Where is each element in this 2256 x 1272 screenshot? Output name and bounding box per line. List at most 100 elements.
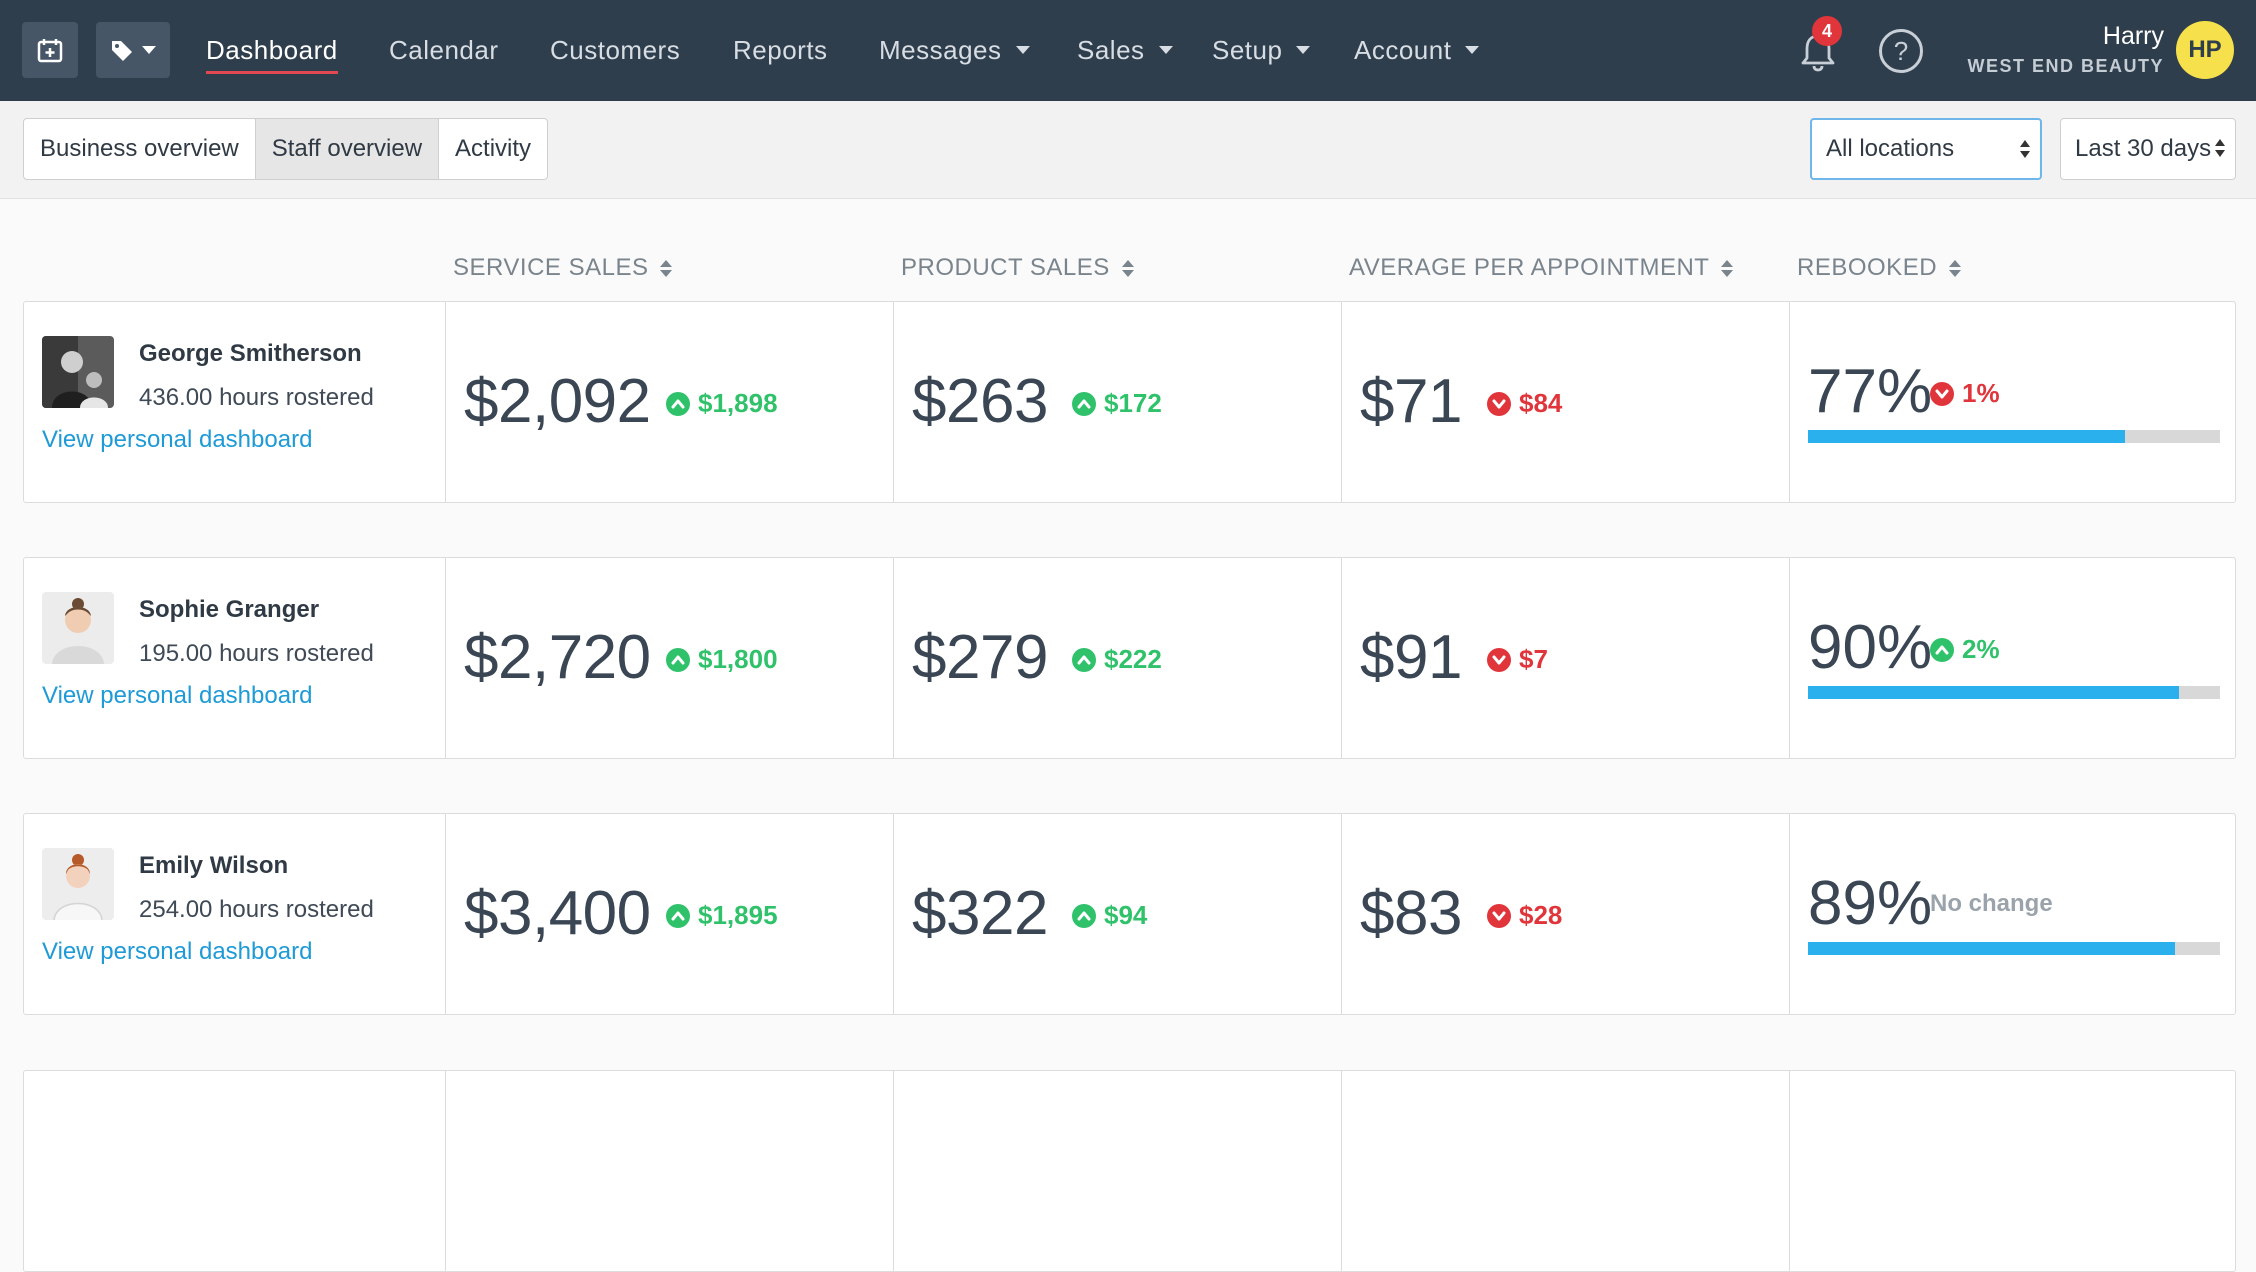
nav-label: Calendar xyxy=(389,34,499,65)
rebooked-value: 89% xyxy=(1808,869,1933,938)
rebooked-no-change: No change xyxy=(1930,890,2053,917)
view-personal-dashboard-link[interactable]: View personal dashboard xyxy=(42,426,312,454)
user-name[interactable]: Harry xyxy=(2103,22,2164,51)
arrow-down-circle-icon xyxy=(1487,903,1511,928)
rebooked-progress-fill xyxy=(1808,686,2179,699)
average-per-appointment-delta-value: $28 xyxy=(1519,900,1563,930)
tab-business-overview[interactable]: Business overview xyxy=(24,119,256,179)
service-sales-delta: $1,898 xyxy=(666,388,778,419)
column-header-rebooked[interactable]: REBOOKED xyxy=(1797,254,1962,282)
tab-staff-overview[interactable]: Staff overview xyxy=(255,119,440,179)
rebooked-progress-bar xyxy=(1808,430,2220,443)
table-row-partial xyxy=(23,1070,2236,1272)
rebooked-value: 90% xyxy=(1808,613,1933,682)
product-sales-cell: $279 $222 xyxy=(893,558,1341,758)
staff-name: Emily Wilson xyxy=(139,852,289,879)
calendar-plus-icon xyxy=(37,39,63,63)
rebooked-delta: 1% xyxy=(1930,378,2000,409)
arrow-down-circle-icon xyxy=(1930,381,1954,406)
staff-hours: 195.00 hours rostered xyxy=(139,640,374,667)
sort-icon xyxy=(1949,259,1962,277)
arrow-up-circle-icon xyxy=(1072,391,1096,416)
average-per-appointment-cell: $83 $28 xyxy=(1341,814,1789,1014)
average-per-appointment-delta: $28 xyxy=(1487,900,1562,931)
rebooked-cell: 89% No change xyxy=(1789,814,2235,1014)
rebooked-cell: 90% 2% xyxy=(1789,558,2235,758)
nav-account[interactable]: Account xyxy=(1354,28,1480,72)
average-per-appointment-value: $71 xyxy=(1360,367,1462,436)
nav-label: Dashboard xyxy=(206,34,338,65)
product-sales-value: $322 xyxy=(912,879,1048,948)
date-range-select[interactable]: Last 30 days xyxy=(2060,118,2236,180)
chevron-down-icon xyxy=(1158,46,1173,54)
column-header-product-sales[interactable]: PRODUCT SALES xyxy=(901,254,1134,282)
product-sales-cell: $322 $94 xyxy=(893,814,1341,1014)
nav-setup[interactable]: Setup xyxy=(1212,28,1311,72)
product-sales-delta: $94 xyxy=(1072,900,1147,931)
average-per-appointment-delta: $84 xyxy=(1487,388,1562,419)
location-select[interactable]: All locations xyxy=(1810,118,2042,180)
table-row: George Smitherson 436.00 hours rostered … xyxy=(23,301,2236,503)
nav-label: Customers xyxy=(550,34,681,65)
average-per-appointment-cell: $71 $84 xyxy=(1341,302,1789,502)
column-header-label: AVERAGE PER APPOINTMENT xyxy=(1349,254,1710,281)
arrow-down-circle-icon xyxy=(1487,391,1511,416)
product-sales-delta-value: $172 xyxy=(1104,388,1162,418)
product-sales-delta-value: $94 xyxy=(1104,900,1148,930)
help-icon[interactable]: ? xyxy=(1879,29,1923,73)
column-header-average-per-appointment[interactable]: AVERAGE PER APPOINTMENT xyxy=(1349,254,1734,282)
dashboard-view-tabs: Business overview Staff overview Activit… xyxy=(23,118,549,180)
product-sales-delta-value: $222 xyxy=(1104,644,1162,674)
service-sales-value: $2,092 xyxy=(464,367,651,436)
rebooked-cell: 77% 1% xyxy=(1789,302,2235,502)
average-per-appointment-delta-value: $7 xyxy=(1519,644,1548,674)
average-per-appointment-value: $91 xyxy=(1360,623,1462,692)
rebooked-delta: 2% xyxy=(1930,634,2000,665)
rebooked-delta-value: 2% xyxy=(1962,634,2000,664)
nav-dashboard[interactable]: Dashboard xyxy=(206,28,338,74)
quick-sale-menu-button[interactable] xyxy=(96,22,170,78)
rebooked-value: 77% xyxy=(1808,357,1933,426)
average-per-appointment-value: $83 xyxy=(1360,879,1462,948)
staff-photo xyxy=(42,592,114,664)
sort-icon xyxy=(1721,259,1734,277)
product-sales-cell: $263 $172 xyxy=(893,302,1341,502)
arrow-up-circle-icon xyxy=(666,903,690,928)
average-per-appointment-delta-value: $84 xyxy=(1519,388,1563,418)
view-personal-dashboard-link[interactable]: View personal dashboard xyxy=(42,682,312,710)
user-avatar[interactable]: HP xyxy=(2176,21,2234,79)
service-sales-delta-value: $1,895 xyxy=(698,900,778,930)
business-name[interactable]: WEST END BEAUTY xyxy=(1967,56,2164,77)
service-sales-delta-value: $1,898 xyxy=(698,388,778,418)
staff-name: Sophie Granger xyxy=(139,596,320,623)
rebooked-progress-bar xyxy=(1808,942,2220,955)
column-header-label: PRODUCT SALES xyxy=(901,254,1110,281)
new-appointment-button[interactable] xyxy=(22,22,78,78)
service-sales-delta: $1,895 xyxy=(666,900,778,931)
column-header-service-sales[interactable]: SERVICE SALES xyxy=(453,254,673,282)
chevron-down-icon xyxy=(1465,46,1480,54)
nav-label: Reports xyxy=(733,34,828,65)
view-personal-dashboard-link[interactable]: View personal dashboard xyxy=(42,938,312,966)
service-sales-cell: $2,092 $1,898 xyxy=(445,302,893,502)
table-row: Emily Wilson 254.00 hours rostered View … xyxy=(23,813,2236,1015)
product-sales-value: $263 xyxy=(912,367,1048,436)
top-navigation: Dashboard Calendar Customers Reports Message… xyxy=(0,0,2256,101)
rebooked-delta-value: 1% xyxy=(1962,378,2000,408)
rebooked-progress-bar xyxy=(1808,686,2220,699)
product-sales-delta: $172 xyxy=(1072,388,1162,419)
staff-name: George Smitherson xyxy=(139,340,362,367)
service-sales-value: $3,400 xyxy=(464,879,651,948)
nav-label: Account xyxy=(1354,34,1452,65)
nav-messages[interactable]: Messages xyxy=(879,28,1030,72)
nav-reports[interactable]: Reports xyxy=(733,28,828,72)
nav-label: Messages xyxy=(879,34,1002,65)
staff-photo xyxy=(42,336,114,408)
nav-customers[interactable]: Customers xyxy=(550,28,680,72)
nav-sales[interactable]: Sales xyxy=(1077,28,1173,72)
average-per-appointment-cell: $91 $7 xyxy=(1341,558,1789,758)
notification-count-badge: 4 xyxy=(1812,16,1842,46)
nav-calendar[interactable]: Calendar xyxy=(389,28,499,72)
select-arrows-icon xyxy=(2215,139,2225,157)
tab-activity[interactable]: Activity xyxy=(439,119,547,179)
